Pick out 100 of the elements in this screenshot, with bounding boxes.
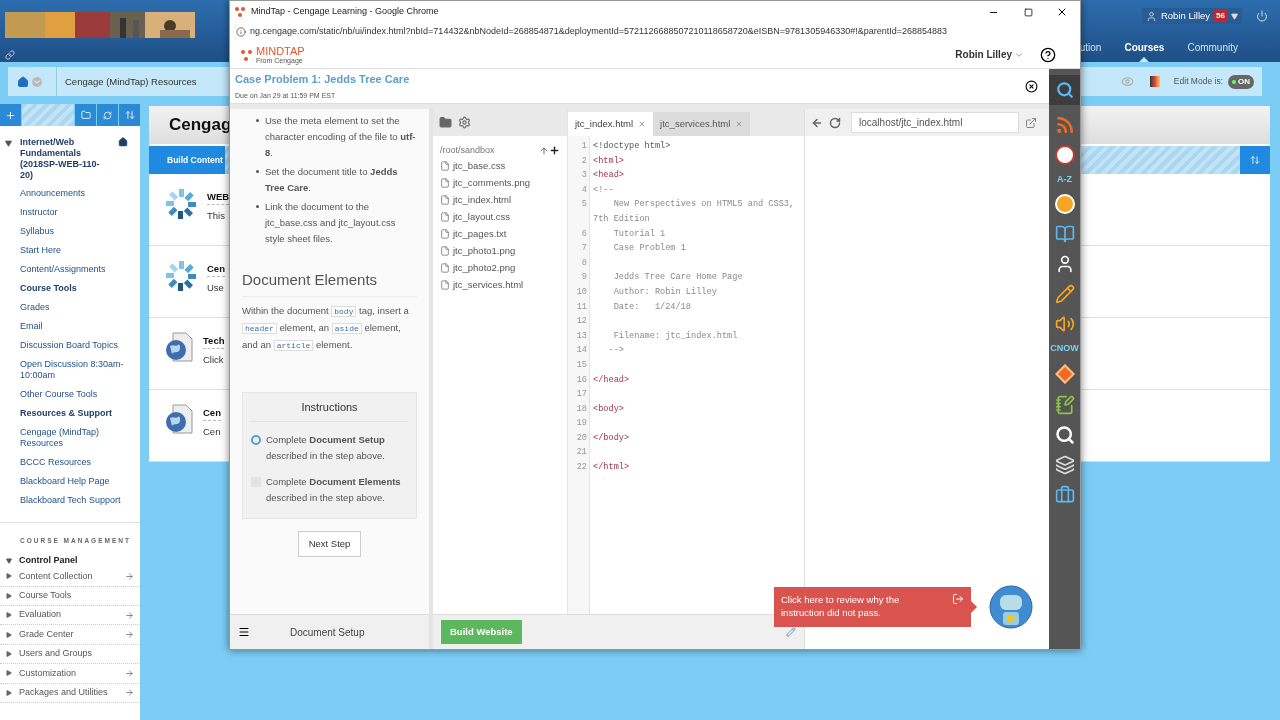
audio-icon[interactable] [1054, 314, 1075, 334]
course-menu-item[interactable]: Syllabus [0, 222, 140, 241]
add-button[interactable] [0, 104, 21, 126]
control-panel-item[interactable]: Content Collection [19, 569, 125, 584]
control-panel-item[interactable]: Grade Center [19, 627, 125, 642]
add-icon[interactable] [549, 145, 560, 157]
course-menu-item[interactable]: Blackboard Help Page [0, 472, 140, 491]
file-item[interactable]: jtc_comments.png [433, 174, 567, 192]
folder-button[interactable] [75, 104, 96, 126]
control-panel-title[interactable]: Control Panel [19, 553, 78, 568]
content-item-title[interactable]: Cen [203, 406, 221, 422]
edit-mode-label: Edit Mode is: [1173, 75, 1223, 88]
folder-icon[interactable] [439, 116, 452, 129]
notes-icon[interactable] [1054, 395, 1075, 415]
collapsed-caret-icon[interactable] [6, 612, 12, 619]
refresh-icon[interactable] [829, 116, 841, 129]
course-menu-item[interactable]: Other Course Tools [0, 385, 140, 404]
file-item[interactable]: jtc_photo2.png [433, 259, 567, 277]
seal-icon[interactable] [1054, 145, 1075, 165]
close-icon[interactable] [1056, 6, 1068, 18]
home-icon[interactable] [118, 137, 128, 147]
magnifier-icon[interactable] [1054, 425, 1075, 445]
alert-tooltip[interactable]: Click here to review why the instruction did not pass. [774, 587, 971, 627]
link-icon[interactable] [5, 50, 15, 60]
expand-caret-icon[interactable] [5, 140, 12, 147]
user-menu[interactable]: Robin Lilley [955, 47, 1012, 62]
course-menu-item[interactable]: Course Tools [0, 279, 140, 298]
course-menu-item[interactable]: Announcements [0, 184, 140, 203]
course-menu-item[interactable]: Cengage (MindTap) Resources [0, 423, 140, 453]
content-item-title[interactable]: Tech [203, 334, 225, 350]
editor-tab[interactable]: jtc_services.html [653, 112, 751, 136]
pencil-icon[interactable] [1054, 284, 1075, 304]
control-panel-item[interactable]: Customization [19, 666, 125, 681]
file-item[interactable]: jtc_pages.txt [433, 225, 567, 243]
bullet-icon [256, 170, 259, 173]
course-menu-item[interactable]: BCCC Resources [0, 453, 140, 472]
help-icon[interactable] [1040, 46, 1056, 63]
settings-icon[interactable] [458, 116, 471, 129]
line-number: 11 [575, 300, 587, 314]
arrow-icon[interactable] [125, 688, 134, 698]
briefcase-icon[interactable] [1054, 485, 1075, 505]
course-menu-item[interactable]: Resources & Support [0, 404, 140, 423]
arrow-icon[interactable] [125, 630, 134, 640]
power-icon[interactable] [1256, 10, 1268, 23]
editor-tab[interactable]: jtc_index.html [568, 112, 654, 136]
collapsed-caret-icon[interactable] [6, 573, 12, 580]
arrow-icon[interactable] [125, 571, 134, 581]
arrow-icon[interactable] [125, 610, 134, 620]
back-icon[interactable] [811, 116, 823, 129]
nav-tab[interactable]: Community [1187, 40, 1238, 62]
edit-mode-toggle[interactable]: ON [1228, 74, 1254, 89]
next-step-button[interactable]: Next Step [297, 531, 362, 558]
expand-caret-icon[interactable] [6, 557, 12, 564]
course-menu-item[interactable]: Email [0, 317, 140, 336]
course-menu-item[interactable]: Instructor [0, 203, 140, 222]
build-content-button[interactable]: Build Content [149, 146, 225, 174]
coin-icon[interactable] [1054, 194, 1075, 214]
breadcrumb[interactable]: Cengage (MindTap) Resources [56, 67, 197, 96]
course-title[interactable]: Internet/Web Fundamentals (2018SP-WEB-110-20) [20, 137, 112, 181]
cards-icon[interactable] [1054, 455, 1075, 475]
search-icon[interactable] [1055, 81, 1074, 99]
collapsed-caret-icon[interactable] [6, 631, 12, 638]
up-icon[interactable] [539, 145, 549, 156]
open-external-icon[interactable] [1025, 116, 1037, 129]
file-item[interactable]: jtc_layout.css [433, 208, 567, 226]
course-menu-item[interactable]: Blackboard Tech Support [0, 491, 140, 510]
palette-icon[interactable] [1149, 76, 1160, 87]
user-menu[interactable]: Robin Lilley 56 [1141, 8, 1242, 25]
close-icon[interactable] [1025, 79, 1038, 93]
tool-logo[interactable]: A-Z [1057, 175, 1072, 184]
file-item[interactable]: jtc_services.html [433, 276, 567, 294]
control-panel-item[interactable]: Course Tools [19, 589, 134, 603]
content-item-title[interactable]: Cen [207, 262, 225, 278]
preview-url-field[interactable]: localhost/jtc_index.html [851, 112, 1019, 133]
collapsed-caret-icon[interactable] [6, 651, 12, 657]
tool-logo[interactable]: CNOW [1050, 344, 1079, 353]
address-bar[interactable]: ng.cengage.com/static/nb/ui/index.html?nbId=714432&nbNodeId=268854871&deploymentId=5721126688507210118658720&eISBN=9781305946330#!&parentId=268854883 [230, 23, 1080, 41]
course-menu-item[interactable]: Content/Assignments [0, 260, 140, 279]
nav-tab[interactable]: Courses [1124, 40, 1165, 62]
line-number: 18 [575, 402, 587, 416]
file-item[interactable]: jtc_index.html [433, 191, 567, 209]
robot-avatar-icon[interactable] [989, 585, 1033, 629]
course-menu-item[interactable]: Start Here [0, 241, 140, 260]
control-panel-item[interactable]: Evaluation [19, 608, 125, 622]
maximize-icon[interactable] [1024, 7, 1033, 17]
arrow-icon[interactable] [125, 668, 134, 678]
menu-icon[interactable] [238, 626, 250, 638]
rss-icon[interactable] [1054, 115, 1075, 135]
file-item[interactable]: jtc_base.css [433, 157, 567, 175]
sort-icon [1250, 155, 1260, 165]
course-menu-item[interactable]: Discussion Board Topics [0, 336, 140, 355]
control-panel-item[interactable]: Users and Groups [19, 647, 134, 661]
collapsed-caret-icon[interactable] [6, 689, 12, 696]
collapsed-caret-icon[interactable] [6, 592, 12, 599]
course-menu-item[interactable]: Grades [0, 298, 140, 317]
collapsed-caret-icon[interactable] [6, 670, 12, 677]
book-icon[interactable] [1054, 224, 1075, 244]
control-panel-item[interactable]: Packages and Utilities [19, 686, 125, 700]
course-menu-item[interactable]: Open Discussion 8:30am-10:00am [0, 355, 140, 385]
file-item[interactable]: jtc_photo1.png [433, 242, 567, 260]
